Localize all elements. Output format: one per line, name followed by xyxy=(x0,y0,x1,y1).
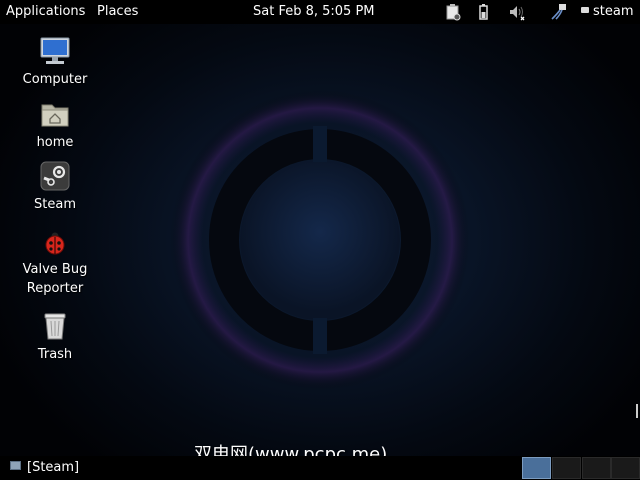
network-icon[interactable] xyxy=(550,3,568,21)
ladybug-icon xyxy=(45,232,65,255)
top-panel: Applications Places Sat Feb 8, 5:05 PM s… xyxy=(0,0,640,24)
places-menu[interactable]: Places xyxy=(97,4,138,20)
user-name: steam xyxy=(593,4,634,19)
home-folder-icon xyxy=(41,104,69,127)
steam-os-ring-logo xyxy=(209,126,431,354)
taskbar-item-label: [Steam] xyxy=(27,460,80,475)
desktop-icon-trash[interactable]: Trash xyxy=(7,311,103,364)
clock[interactable]: Sat Feb 8, 5:05 PM xyxy=(253,4,375,20)
desktop-icon-home[interactable]: home xyxy=(7,99,103,152)
desktop-icon-label: Valve Bug Reporter xyxy=(22,262,88,296)
desktop-icon-label: home xyxy=(36,135,74,150)
screen-edge-marker xyxy=(636,404,638,418)
applications-menu[interactable]: Applications xyxy=(6,4,85,20)
user-menu[interactable]: steam xyxy=(581,4,634,20)
workspace-1[interactable] xyxy=(522,457,551,479)
window-icon xyxy=(10,461,21,470)
trash-icon xyxy=(44,313,66,340)
clipboard-icon[interactable] xyxy=(444,3,462,21)
workspace-2[interactable] xyxy=(552,457,581,479)
taskbar-item-steam[interactable]: [Steam] xyxy=(10,460,79,476)
workspace-3[interactable] xyxy=(582,457,611,479)
desktop-icon-valve-bug-reporter[interactable]: Valve Bug Reporter xyxy=(7,230,103,298)
workspace-4[interactable] xyxy=(611,457,640,479)
computer-icon xyxy=(40,37,70,64)
volume-muted-icon[interactable] xyxy=(508,3,526,21)
steam-icon xyxy=(40,161,70,191)
battery-icon[interactable] xyxy=(474,3,492,21)
desktop-icon-steam[interactable]: Steam xyxy=(7,161,103,214)
desktop-icon-computer[interactable]: Computer xyxy=(7,36,103,89)
desktop-icon-label: Steam xyxy=(34,197,76,212)
desktop-screen: Applications Places Sat Feb 8, 5:05 PM s… xyxy=(0,0,640,480)
desktop-icon-label: Computer xyxy=(22,72,88,87)
user-icon xyxy=(581,6,589,13)
desktop-icon-label: Trash xyxy=(37,347,73,362)
